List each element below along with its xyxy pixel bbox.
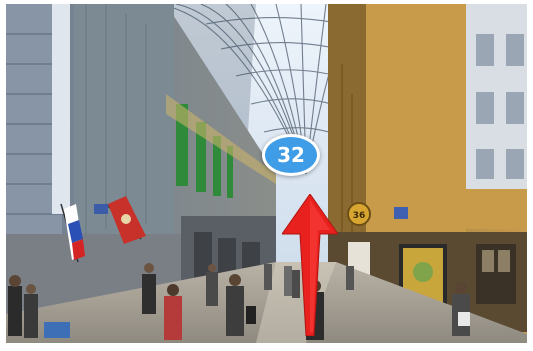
- shop-sign: 36: [347, 202, 371, 226]
- panorama-location-marker[interactable]: 32: [262, 134, 320, 176]
- shop-sign-number: 36: [353, 211, 366, 221]
- panorama-viewer[interactable]: 36 32: [6, 4, 527, 343]
- marker-label: 32: [277, 143, 305, 167]
- arrow-up-icon[interactable]: [282, 194, 338, 336]
- street-scene: 36: [6, 4, 527, 343]
